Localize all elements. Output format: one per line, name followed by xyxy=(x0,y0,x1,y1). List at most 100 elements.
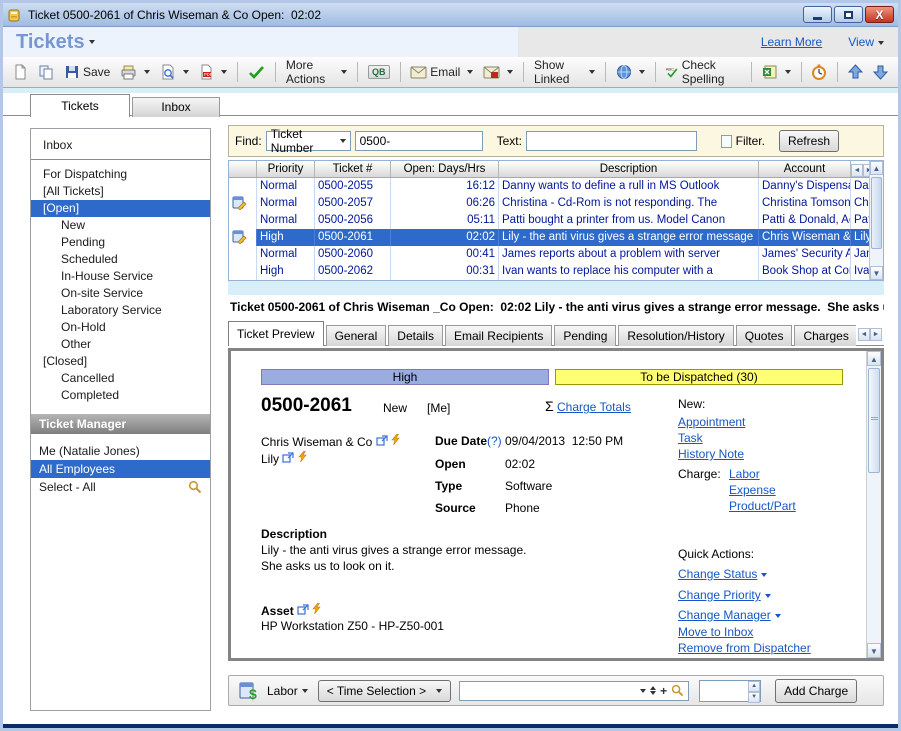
find-value-input[interactable] xyxy=(355,131,483,151)
sidebar-item-me[interactable]: Me (Natalie Jones) xyxy=(31,442,210,460)
quickbooks-button[interactable]: QB xyxy=(364,62,394,82)
table-row-selected[interactable]: High 0500-2061 02:02 Lily - the anti vir… xyxy=(229,229,883,246)
remove-from-dispatcher-link[interactable]: Remove from Dispatcher xyxy=(678,641,811,655)
sidebar-item-open[interactable]: [Open] xyxy=(31,200,210,217)
complete-button[interactable] xyxy=(244,62,269,83)
scroll-up-icon[interactable]: ▲ xyxy=(867,351,881,366)
table-row[interactable]: Normal 0500-2060 00:41 James reports abo… xyxy=(229,246,883,263)
stepper-down-icon[interactable]: ▼ xyxy=(748,692,760,703)
previous-record-button[interactable] xyxy=(844,61,867,83)
grid-header-open[interactable]: Open: Days/Hrs xyxy=(391,161,499,177)
maximize-button[interactable] xyxy=(834,6,863,23)
filter-checkbox[interactable] xyxy=(721,135,732,148)
search-icon[interactable] xyxy=(671,684,684,697)
tab-charges[interactable]: Charges xyxy=(794,325,856,346)
grid-vertical-scrollbar[interactable]: ▲ ▼ xyxy=(869,161,883,280)
sidebar-item-for-dispatching[interactable]: For Dispatching xyxy=(31,166,210,183)
quick-action-lightning-icon[interactable] xyxy=(298,451,307,463)
charge-labor-link[interactable]: Labor xyxy=(729,467,760,481)
copy-button[interactable] xyxy=(34,61,58,83)
tab-quotes[interactable]: Quotes xyxy=(736,325,793,346)
new-history-note-link[interactable]: History Note xyxy=(678,447,744,461)
item-combobox[interactable]: + xyxy=(459,681,689,701)
grid-header-ticket[interactable]: Ticket # xyxy=(315,161,391,177)
sidebar-item-cancelled[interactable]: Cancelled xyxy=(31,370,210,387)
change-priority-menu[interactable]: Change Priority xyxy=(678,588,771,602)
tab-general[interactable]: General xyxy=(326,325,387,346)
tab-pending[interactable]: Pending xyxy=(554,325,616,346)
open-record-icon[interactable] xyxy=(297,604,309,615)
text-search-input[interactable] xyxy=(526,131,697,151)
scroll-down-icon[interactable]: ▼ xyxy=(867,643,881,658)
combobox-dropdown-icon[interactable] xyxy=(640,689,646,693)
web-button[interactable] xyxy=(612,61,649,83)
sidebar-item-all-tickets[interactable]: [All Tickets] xyxy=(31,183,210,200)
sidebar-item-on-hold[interactable]: On-Hold xyxy=(31,319,210,336)
email-button[interactable]: Email xyxy=(406,62,477,82)
table-row[interactable]: Normal 0500-2055 16:12 Danny wants to de… xyxy=(229,178,883,195)
print-button[interactable] xyxy=(116,61,154,83)
table-row[interactable]: Normal 0500-2057 06:26 Christina - Cd-Ro… xyxy=(229,195,883,212)
charge-product-part-link[interactable]: Product/Part xyxy=(729,499,796,513)
preview-vertical-scrollbar[interactable]: ▲ ▼ xyxy=(866,351,881,658)
pdf-export-button[interactable]: PDF xyxy=(195,61,231,83)
change-status-menu[interactable]: Change Status xyxy=(678,567,767,581)
sidebar-item-select-all[interactable]: Select - All xyxy=(31,478,210,496)
due-date-hint-link[interactable]: (?) xyxy=(487,434,505,448)
close-button[interactable]: X xyxy=(865,6,894,23)
tab-ticket-preview[interactable]: Ticket Preview xyxy=(228,321,324,346)
combobox-sort-icon[interactable] xyxy=(650,686,656,695)
sidebar-item-on-site-service[interactable]: On-site Service xyxy=(31,285,210,302)
find-field-select[interactable]: Ticket Number xyxy=(266,131,351,151)
open-record-icon[interactable] xyxy=(282,452,294,463)
move-to-inbox-link[interactable]: Move to Inbox xyxy=(678,625,753,639)
sidebar-item-closed[interactable]: [Closed] xyxy=(31,353,210,370)
grid-header-priority[interactable]: Priority xyxy=(257,161,315,177)
charge-totals-link[interactable]: Charge Totals xyxy=(557,400,631,414)
tab-scroll-left-button[interactable]: ◄ xyxy=(858,328,870,341)
column-scroll-left-button[interactable]: ◄ xyxy=(851,164,863,177)
tab-details[interactable]: Details xyxy=(388,325,443,346)
sidebar-item-all-employees[interactable]: All Employees xyxy=(31,460,210,478)
view-menu[interactable]: View xyxy=(848,35,884,49)
excel-export-button[interactable] xyxy=(758,61,795,83)
quick-action-lightning-icon[interactable] xyxy=(312,603,321,615)
check-spelling-button[interactable]: ABCCheck Spelling xyxy=(661,55,744,89)
next-record-button[interactable] xyxy=(869,61,892,83)
scrollbar-thumb[interactable] xyxy=(868,368,880,473)
search-icon[interactable] xyxy=(188,480,202,494)
email-pdf-button[interactable] xyxy=(479,63,517,82)
tab-inbox[interactable]: Inbox xyxy=(132,97,220,117)
tab-resolution-history[interactable]: Resolution/History xyxy=(618,325,733,346)
sidebar-item-other[interactable]: Other xyxy=(31,336,210,353)
scrollbar-thumb[interactable] xyxy=(871,177,882,249)
sidebar-item-new[interactable]: New xyxy=(31,217,210,234)
charge-type-select[interactable]: Labor xyxy=(267,684,308,698)
table-row[interactable]: High 0500-2062 00:31 Ivan wants to repla… xyxy=(229,263,883,280)
new-appointment-link[interactable]: Appointment xyxy=(678,415,745,429)
show-linked-button[interactable]: Show Linked xyxy=(530,55,599,89)
sidebar-item-in-house-service[interactable]: In-House Service xyxy=(31,268,210,285)
tab-tickets[interactable]: Tickets xyxy=(30,94,130,117)
print-preview-button[interactable] xyxy=(156,61,193,83)
charge-expense-link[interactable]: Expense xyxy=(729,483,776,497)
grid-header-description[interactable]: Description xyxy=(499,161,759,177)
more-actions-button[interactable]: More Actions xyxy=(282,55,351,89)
tab-email-recipients[interactable]: Email Recipients xyxy=(445,325,552,346)
time-selection-button[interactable]: < Time Selection > xyxy=(318,680,451,702)
page-title[interactable]: Tickets xyxy=(16,31,95,54)
sidebar-item-pending[interactable]: Pending xyxy=(31,234,210,251)
table-row[interactable]: Normal 0500-2056 05:11 Patti bought a pr… xyxy=(229,212,883,229)
tab-scroll-right-button[interactable]: ► xyxy=(870,328,882,341)
change-manager-menu[interactable]: Change Manager xyxy=(678,608,781,622)
scroll-up-icon[interactable]: ▲ xyxy=(870,161,883,175)
refresh-button[interactable]: Refresh xyxy=(779,130,839,152)
add-item-icon[interactable]: + xyxy=(660,684,667,698)
learn-more-link[interactable]: Learn More xyxy=(761,35,822,49)
open-record-icon[interactable] xyxy=(376,435,388,446)
timer-button[interactable] xyxy=(807,61,831,83)
new-ticket-button[interactable] xyxy=(9,61,32,83)
save-button[interactable]: Save xyxy=(60,61,114,83)
minimize-button[interactable] xyxy=(803,6,832,23)
quick-action-lightning-icon[interactable] xyxy=(391,434,400,446)
